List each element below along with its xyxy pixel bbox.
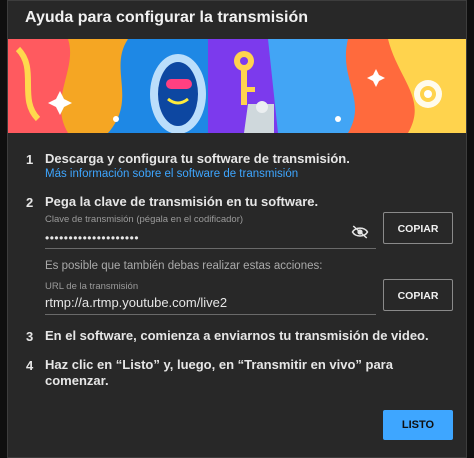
- stream-key-underline: [45, 248, 376, 249]
- stream-setup-dialog: Ayuda para configurar la transmisión 1 D…: [7, 0, 467, 458]
- step-4-text-line-1: Haz clic en “Listo” y, luego, en “Transm…: [45, 357, 393, 372]
- step-1-text: Descarga y configura tu software de tran…: [45, 151, 350, 166]
- stream-url-field[interactable]: rtmp://a.rtmp.youtube.com/live2: [45, 295, 227, 310]
- additional-actions-hint: Es posible que también debas realizar es…: [45, 260, 323, 272]
- step-4-number: 4: [26, 358, 34, 373]
- step-3-number: 3: [26, 329, 34, 344]
- stream-url-label: URL de la transmisión: [45, 281, 139, 292]
- copy-stream-key-button[interactable]: COPIAR: [383, 212, 453, 244]
- illustration-banner: [8, 39, 466, 133]
- step-3-text: En el software, comienza a enviarnos tu …: [45, 328, 429, 343]
- stream-key-label: Clave de transmisión (pégala en el codif…: [45, 214, 244, 225]
- eye-off-icon[interactable]: [351, 225, 369, 239]
- step-2-number: 2: [26, 195, 34, 210]
- copy-stream-url-button[interactable]: COPIAR: [383, 279, 453, 311]
- stream-url-underline: [45, 314, 376, 315]
- streaming-software-help-link[interactable]: Más información sobre el software de tra…: [45, 168, 298, 180]
- dialog-title: Ayuda para configurar la transmisión: [25, 9, 309, 26]
- done-button[interactable]: LISTO: [383, 410, 453, 440]
- stream-key-field[interactable]: ••••••••••••••••••••: [45, 231, 139, 245]
- step-4-text-line-2: comenzar.: [45, 373, 109, 388]
- step-1-number: 1: [26, 152, 34, 167]
- step-2-text: Pega la clave de transmisión en tu softw…: [45, 194, 319, 209]
